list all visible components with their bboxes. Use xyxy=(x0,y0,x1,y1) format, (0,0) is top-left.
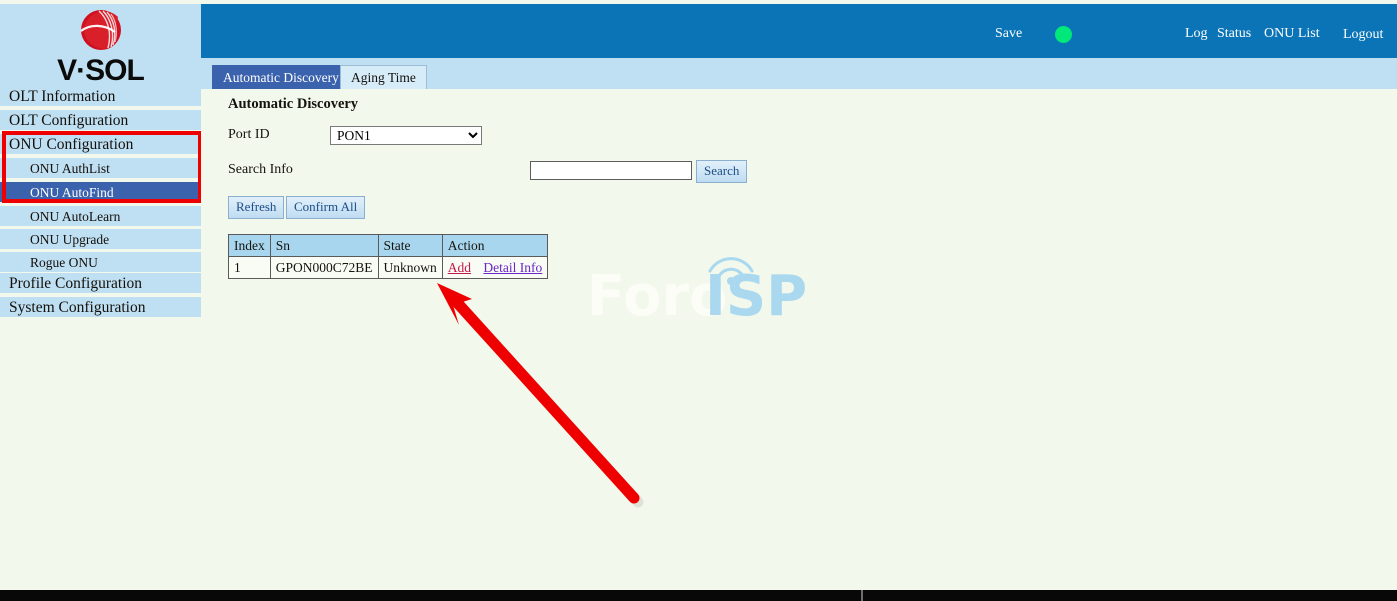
sidebar-item-onu-upgrade[interactable]: ONU Upgrade xyxy=(0,229,201,251)
port-id-label: Port ID xyxy=(228,127,270,142)
detail-info-link[interactable]: Detail Info xyxy=(483,260,542,275)
tab-automatic-discovery[interactable]: Automatic Discovery xyxy=(212,65,350,89)
onu-list-link[interactable]: ONU List xyxy=(1264,27,1320,41)
watermark-text-left: Foro xyxy=(587,264,728,329)
sidebar-item-onu-configuration[interactable]: ONU Configuration xyxy=(0,134,201,156)
sidebar-item-label: ONU AuthList xyxy=(30,161,110,176)
refresh-button[interactable]: Refresh xyxy=(228,196,285,219)
autofind-table: Index Sn State Action 1 GPON000C72BE Unk… xyxy=(228,234,549,279)
search-input[interactable] xyxy=(530,161,692,180)
brand-logo: V·SOL xyxy=(0,4,201,86)
sidebar-item-label: ONU Upgrade xyxy=(30,232,110,247)
log-link[interactable]: Log xyxy=(1185,27,1208,41)
column-header-index: Index xyxy=(228,234,271,257)
sidebar-item-onu-autofind[interactable]: ONU AutoFind xyxy=(0,182,201,204)
port-id-select[interactable]: PON1PON2PON3PON4PON5PON6PON7PON8 xyxy=(330,126,482,145)
cell-state: Unknown xyxy=(377,256,443,279)
sidebar-item-onu-authlist[interactable]: ONU AuthList xyxy=(0,158,201,180)
search-button[interactable]: Search xyxy=(696,160,748,183)
watermark-text-right: ISP xyxy=(705,264,808,329)
wifi-signal-icon xyxy=(708,257,754,285)
cell-sn: GPON000C72BE xyxy=(269,256,379,279)
cell-index: 1 xyxy=(228,256,271,279)
brand-wordmark: V·SOL xyxy=(57,54,145,87)
foroisp-watermark: Foro ISP xyxy=(587,247,817,327)
sidebar-item-label: OLT Configuration xyxy=(9,112,129,129)
column-header-sn: Sn xyxy=(269,234,379,257)
sidebar-item-rogue-onu[interactable]: Rogue ONU xyxy=(0,252,201,274)
column-header-action: Action xyxy=(441,234,549,257)
sidebar-item-label: ONU AutoLearn xyxy=(30,209,121,224)
status-link[interactable]: Status xyxy=(1217,27,1251,41)
add-link[interactable]: Add xyxy=(448,260,471,275)
sidebar-item-label: System Configuration xyxy=(9,299,146,316)
bottom-bar-notch xyxy=(861,590,863,601)
page-title: Automatic Discovery xyxy=(228,96,359,112)
vsol-ball-logo-icon xyxy=(78,7,124,58)
confirm-all-button[interactable]: Confirm All xyxy=(286,196,366,219)
cell-action: Add Detail Info xyxy=(441,256,549,279)
top-header-bar: Save Log Status ONU List Logout xyxy=(201,4,1397,58)
sidebar-item-label: ONU AutoFind xyxy=(30,185,114,200)
sidebar-item-label: Rogue ONU xyxy=(30,255,98,270)
sidebar-item-label: OLT Information xyxy=(9,88,116,105)
column-header-state: State xyxy=(377,234,443,257)
sidebar-item-label: Profile Configuration xyxy=(9,275,143,292)
table-row: 1 GPON000C72BE Unknown Add Detail Info xyxy=(228,256,549,279)
main-content: Automatic Discovery Port ID PON1PON2PON3… xyxy=(201,89,1397,590)
sidebar-item-system-configuration[interactable]: System Configuration xyxy=(0,297,201,319)
sidebar-item-olt-configuration[interactable]: OLT Configuration xyxy=(0,110,201,132)
table-header-row: Index Sn State Action xyxy=(228,234,549,257)
logout-link[interactable]: Logout xyxy=(1343,28,1383,42)
sidebar-item-onu-autolearn[interactable]: ONU AutoLearn xyxy=(0,206,201,228)
search-info-label: Search Info xyxy=(228,162,293,177)
sidebar-item-label: ONU Configuration xyxy=(9,136,134,153)
save-button[interactable]: Save xyxy=(995,27,1022,41)
tab-aging-time[interactable]: Aging Time xyxy=(340,65,427,89)
sidebar-item-olt-information[interactable]: OLT Information xyxy=(0,86,201,108)
sidebar: V·SOL OLT Information OLT Configuration … xyxy=(0,0,202,601)
tab-bar: Automatic Discovery Aging Time xyxy=(201,58,1397,89)
sidebar-item-profile-configuration[interactable]: Profile Configuration xyxy=(0,273,201,295)
green-status-dot-icon xyxy=(1055,26,1072,43)
bottom-bar xyxy=(0,590,1397,601)
